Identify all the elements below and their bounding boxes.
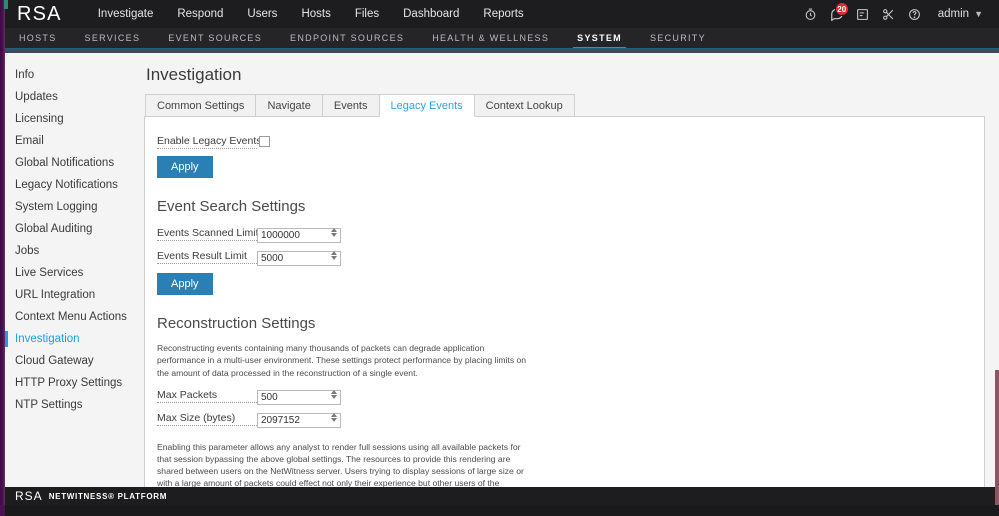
tab-legacy-events[interactable]: Legacy Events [378,94,475,117]
sidebar-item-ntp-settings[interactable]: NTP Settings [5,394,136,416]
legacy-events-panel: Enable Legacy Events Apply Event Search … [144,116,985,494]
page-title: Investigation [146,65,242,84]
reconstruction-heading: Reconstruction Settings [157,315,316,333]
footer-product-name: NETWITNESS® PLATFORM [48,491,168,501]
settings-tabs: Common Settings Navigate Events Legacy E… [145,94,985,117]
nav-right-actions: 20 admin ▼ [798,1,999,27]
main-content: Investigation Common Settings Navigate E… [136,53,999,494]
apply-button-event-search[interactable]: Apply [157,273,213,296]
subnav-item-event-sources[interactable]: EVENT SOURCES [154,28,276,48]
sidebar-item-live-services[interactable]: Live Services [5,262,136,284]
sidebar-item-url-integration[interactable]: URL Integration [5,284,136,306]
subnav-item-hosts[interactable]: HOSTS [5,28,71,48]
tasks-icon[interactable] [850,1,876,27]
sidebar-item-info[interactable]: Info [5,64,136,86]
os-taskbar [0,505,999,516]
subnav-divider [5,48,999,53]
max-packets-row: Max Packets [157,387,968,405]
events-scanned-limit-stepper[interactable] [329,226,338,239]
top-navigation-bar: RSA Investigate Respond Users Hosts File… [5,0,999,28]
user-menu-label: admin [937,8,970,20]
nav-item-files[interactable]: Files [343,2,391,26]
event-search-heading: Event Search Settings [157,198,306,216]
footer-rsa-logo: RSA [15,489,43,503]
reconstruction-intro-text: Reconstructing events containing many th… [157,343,527,378]
apply-row-1: Apply [157,156,968,179]
tab-events[interactable]: Events [321,94,380,117]
content-area: Info Updates Licensing Email Global Noti… [5,53,999,494]
max-size-row: Max Size (bytes) [157,410,968,428]
nav-item-investigate[interactable]: Investigate [86,2,166,26]
notification-count-badge: 20 [834,2,849,16]
primary-nav-items: Investigate Respond Users Hosts Files Da… [86,2,536,26]
subnav-item-security[interactable]: SECURITY [636,28,720,48]
sidebar-item-email[interactable]: Email [5,130,136,152]
window-right-edge [995,370,999,505]
nav-item-users[interactable]: Users [235,2,289,26]
tab-navigate[interactable]: Navigate [255,94,323,117]
chevron-down-icon: ▼ [974,9,983,19]
secondary-navigation-bar: HOSTS SERVICES EVENT SOURCES ENDPOINT SO… [5,28,999,50]
max-size-label: Max Size (bytes) [157,412,257,426]
max-packets-label: Max Packets [157,389,257,403]
events-result-limit-wrap [257,248,341,267]
sidebar-item-investigation[interactable]: Investigation [5,328,136,350]
events-result-limit-label: Events Result Limit [157,250,257,265]
rsa-logo[interactable]: RSA [17,3,62,26]
max-packets-stepper[interactable] [329,388,338,401]
events-scanned-limit-row: Events Scanned Limit [157,225,968,244]
window-left-edge-footer [0,505,5,516]
enable-legacy-events-label: Enable Legacy Events [157,135,262,149]
footer-bar: RSA NETWITNESS® PLATFORM [5,487,999,505]
subnav-item-system[interactable]: SYSTEM [563,28,636,50]
events-scanned-limit-label: Events Scanned Limit [157,227,259,242]
help-icon[interactable] [902,1,928,27]
tab-common-settings[interactable]: Common Settings [145,94,257,117]
window-left-edge [0,0,5,516]
nav-item-dashboard[interactable]: Dashboard [391,2,471,26]
subnav-item-services[interactable]: SERVICES [71,28,155,48]
max-packets-wrap [257,387,341,405]
sidebar-item-cloud-gateway[interactable]: Cloud Gateway [5,350,136,372]
nav-item-reports[interactable]: Reports [471,2,535,26]
sidebar-item-global-auditing[interactable]: Global Auditing [5,218,136,240]
sidebar-item-http-proxy-settings[interactable]: HTTP Proxy Settings [5,372,136,394]
nav-item-respond[interactable]: Respond [165,2,235,26]
settings-sidebar: Info Updates Licensing Email Global Noti… [5,53,136,494]
sidebar-item-jobs[interactable]: Jobs [5,240,136,262]
apply-row-2: Apply [157,273,968,296]
sidebar-item-legacy-notifications[interactable]: Legacy Notifications [5,174,136,196]
events-result-limit-row: Events Result Limit [157,248,968,267]
window-status-marker [4,0,8,9]
sidebar-item-system-logging[interactable]: System Logging [5,196,136,218]
tools-icon[interactable] [876,1,902,27]
subnav-item-endpoint-sources[interactable]: ENDPOINT SOURCES [276,28,418,48]
max-size-stepper[interactable] [329,411,338,424]
nav-item-hosts[interactable]: Hosts [289,2,342,26]
timer-icon[interactable] [798,1,824,27]
notifications-icon[interactable]: 20 [824,1,850,27]
user-menu[interactable]: admin ▼ [928,8,989,20]
events-result-limit-stepper[interactable] [329,249,338,262]
enable-legacy-events-checkbox[interactable] [259,135,270,147]
application-window: RSA Investigate Respond Users Hosts File… [0,0,999,516]
sidebar-item-licensing[interactable]: Licensing [5,108,136,130]
sidebar-item-updates[interactable]: Updates [5,86,136,108]
sidebar-item-global-notifications[interactable]: Global Notifications [5,152,136,174]
max-size-wrap [257,410,341,428]
events-scanned-limit-wrap [257,225,341,244]
tab-context-lookup[interactable]: Context Lookup [473,94,575,117]
sidebar-item-context-menu-actions[interactable]: Context Menu Actions [5,306,136,328]
subnav-item-health-wellness[interactable]: HEALTH & WELLNESS [418,28,563,48]
enable-legacy-events-row: Enable Legacy Events [157,133,968,149]
apply-button-legacy[interactable]: Apply [157,156,213,179]
